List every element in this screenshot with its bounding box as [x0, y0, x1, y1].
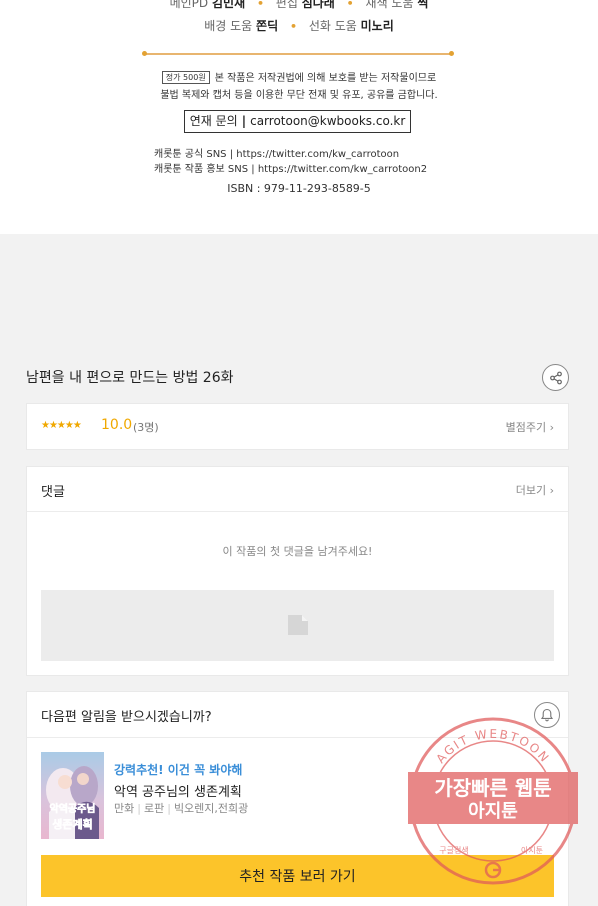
contact-box: 연재 문의 | carrotoon@kwbooks.co.kr: [184, 110, 411, 133]
cover-title-bottom: 생존계획: [52, 817, 92, 831]
episode-title: 남편을 내 편으로 만드는 방법 26화: [26, 370, 234, 386]
contact-email[interactable]: carrotoon@kwbooks.co.kr: [250, 114, 405, 128]
comments-card: 댓글 더보기 › 이 작품의 첫 댓글을 남겨주세요!: [26, 466, 569, 676]
meta-genre: 로판: [143, 802, 165, 815]
notify-question: 다음편 알림을 받으시겠습니까?: [41, 710, 212, 725]
credit-role: 선화 도움: [308, 19, 357, 33]
credit-role: 편집: [275, 0, 298, 10]
cover-title-top: 악역공주님: [50, 802, 96, 815]
sns-official[interactable]: 캐롯툰 공식 SNS | https://twitter.com/kw_carr…: [154, 145, 399, 160]
credit-role: 배경 도움: [204, 19, 253, 33]
rating-card: ★★★★★ 10.0 (3명) 별점주기 ›: [26, 403, 569, 450]
meta-format: 만화: [114, 802, 135, 815]
rating-stars: ★★★★★: [41, 420, 82, 431]
svg-text:AGIT WEBTOON: AGIT WEBTOON: [433, 727, 552, 766]
credit-name: 심나래: [301, 0, 335, 10]
credit-name: 찍: [417, 0, 429, 10]
recommended-title[interactable]: 악역 공주님의 생존계획: [114, 781, 242, 800]
comments-more-link[interactable]: 더보기 ›: [516, 482, 554, 498]
share-button[interactable]: [542, 364, 569, 391]
isbn: ISBN : 979-11-293-8589-5: [227, 182, 371, 195]
share-icon: [549, 371, 562, 384]
recommended-cover-image[interactable]: 악역공주님 생존계획: [41, 752, 104, 839]
rate-button[interactable]: 별점주기 ›: [506, 419, 554, 435]
recommended-meta: 만화 | 로판 | 빅오렌지,전희광: [114, 802, 249, 815]
credits-divider: [142, 51, 454, 56]
dot-separator: •: [256, 0, 264, 10]
watermark-line-1: 가장빠른 웹툰: [434, 776, 551, 800]
comments-title: 댓글: [41, 485, 65, 500]
credits-line-1: 메인PD 김민재 • 편집 심나래 • 채색 도움 찍: [0, 0, 598, 11]
meta-authors: 빅오렌지,전희광: [173, 802, 249, 815]
comment-input[interactable]: [41, 590, 554, 661]
credits-line-2: 배경 도움 쫀딕 • 선화 도움 미노리: [0, 17, 598, 34]
rating-score: 10.0: [101, 417, 133, 433]
watermark-stamp: AGIT WEBTOON 가장빠른 웹툰 아지툰 구글검색 아지툰: [408, 717, 578, 885]
watermark-arc-text: AGIT WEBTOON: [433, 727, 550, 766]
google-icon: [484, 861, 502, 879]
contact-label: 연재 문의: [189, 114, 238, 128]
notice-text: 본 작품은 저작권법에 의해 보호를 받는 저작물이므로: [214, 73, 437, 84]
credit-role: 채색 도움: [365, 0, 414, 10]
copyright-notice-line-1: 정가 500원 본 작품은 저작권법에 의해 보호를 받는 저작물이므로: [0, 69, 598, 84]
copyright-notice-line-2: 불법 복제와 캡처 등을 이용한 무단 전재 및 유포, 공유를 금합니다.: [160, 90, 438, 101]
divider: [27, 511, 568, 512]
comment-placeholder-icon: [288, 615, 308, 635]
watermark-bottom-left: 구글검색: [439, 845, 468, 855]
dot-separator: •: [346, 0, 354, 10]
dot-separator: •: [289, 20, 297, 33]
credit-name: 쫀딕: [256, 19, 279, 33]
comments-empty-message: 이 작품의 첫 댓글을 남겨주세요!: [222, 545, 373, 558]
watermark-bottom-right: 아지툰: [521, 845, 543, 855]
price-tag: 정가 500원: [161, 71, 210, 84]
credit-name: 김민재: [211, 0, 246, 10]
sns-promo[interactable]: 캐롯툰 작품 홍보 SNS | https://twitter.com/kw_c…: [154, 160, 427, 175]
recommendation-tag: 강력추천! 이건 꼭 봐야해: [114, 763, 243, 777]
credit-name: 미노리: [360, 19, 394, 33]
rating-count: (3명): [133, 421, 159, 434]
watermark-line-2: 아지툰: [468, 801, 518, 822]
credits-panel: 메인PD 김민재 • 편집 심나래 • 채색 도움 찍 배경 도움 쫀딕 • 선…: [0, 0, 598, 234]
credit-role: 메인PD: [169, 0, 209, 10]
contact-separator: |: [241, 114, 247, 128]
